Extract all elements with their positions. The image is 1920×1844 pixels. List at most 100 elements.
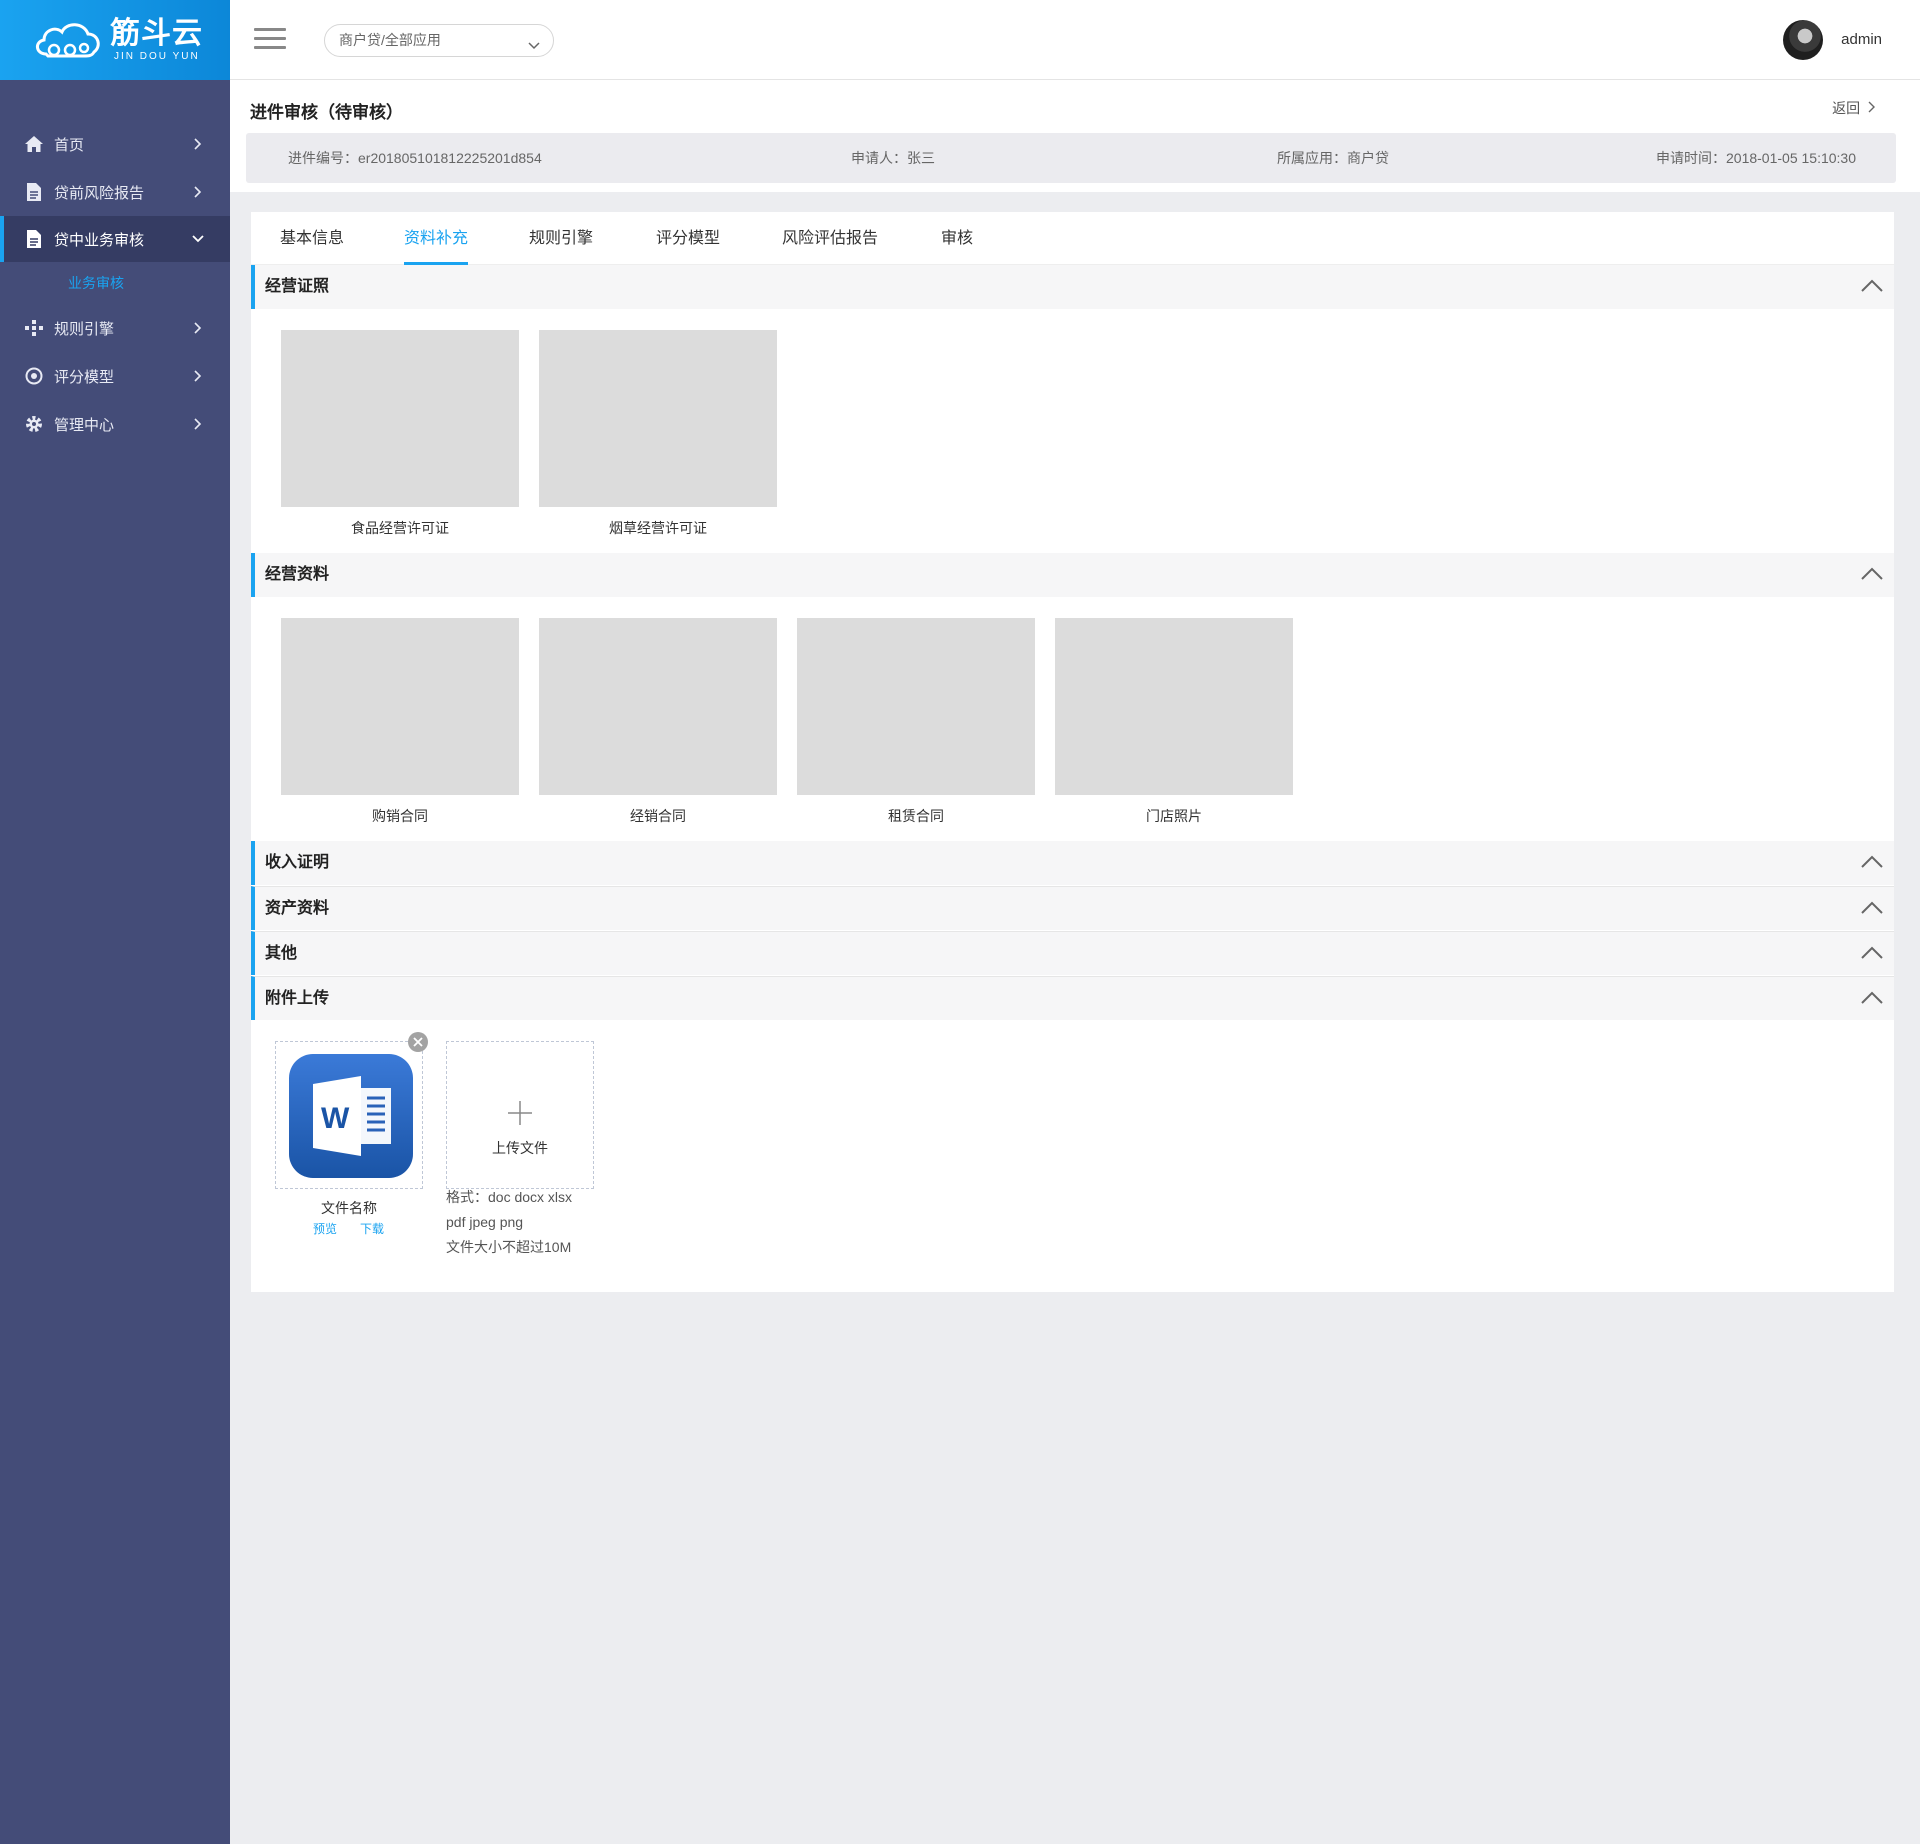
sidebar-item-label: 评分模型 bbox=[54, 368, 115, 386]
section-title: 收入证明 bbox=[265, 854, 330, 871]
application-time: 申请时间：2018-01-05 15:10:30 bbox=[1656, 150, 1856, 166]
preview-link[interactable]: 预览 bbox=[313, 1220, 337, 1237]
app-selector-value: 商户贷/全部应用 bbox=[339, 32, 441, 48]
tab-supplementary-materials[interactable]: 资料补充 bbox=[404, 212, 469, 265]
material-label: 门店照片 bbox=[1146, 808, 1202, 824]
upload-format-hint: 格式：doc docx xlsx pdf jpeg png 文件大小不超过10M bbox=[446, 1185, 572, 1260]
chevron-up-icon bbox=[1861, 946, 1883, 959]
chevron-up-icon bbox=[1861, 279, 1883, 292]
applicant: 申请人：张三 bbox=[851, 150, 935, 166]
brand-logo[interactable]: 筋斗云 JIN DOU YUN bbox=[0, 0, 230, 80]
sidebar-subitem-business-review[interactable]: 业务审核 bbox=[0, 262, 230, 304]
material-label: 经销合同 bbox=[630, 808, 686, 824]
chevron-down-icon bbox=[188, 229, 208, 249]
brand-name: 筋斗云 bbox=[110, 16, 203, 50]
chevron-up-icon bbox=[1861, 855, 1883, 868]
section-title: 资产资料 bbox=[265, 900, 330, 917]
sidebar-item-in-loan-review[interactable]: 贷中业务审核 bbox=[0, 216, 230, 262]
chevron-right-icon bbox=[188, 134, 208, 154]
target-icon bbox=[24, 366, 44, 386]
sidebar-item-label: 首页 bbox=[54, 136, 85, 154]
brand-subtitle: JIN DOU YUN bbox=[114, 50, 200, 62]
material-image-lease-contract[interactable] bbox=[797, 618, 1035, 795]
license-label: 烟草经营许可证 bbox=[609, 520, 707, 536]
license-image-food[interactable] bbox=[281, 330, 519, 507]
download-link[interactable]: 下载 bbox=[360, 1220, 384, 1237]
upload-file-button[interactable]: 上传文件 bbox=[446, 1041, 594, 1189]
upload-label: 上传文件 bbox=[492, 1140, 548, 1156]
sidebar-item-label: 管理中心 bbox=[54, 416, 115, 434]
tab-review[interactable]: 审核 bbox=[941, 212, 973, 265]
chevron-down-icon bbox=[527, 33, 541, 64]
material-image-store-photo[interactable] bbox=[1055, 618, 1293, 795]
page-title: 进件审核（待审核） bbox=[250, 103, 403, 122]
format-line-1: 格式：doc docx xlsx bbox=[446, 1189, 573, 1205]
document-icon bbox=[24, 229, 44, 249]
word-document-icon: W bbox=[289, 1054, 413, 1178]
chevron-right-icon bbox=[188, 414, 208, 434]
sidebar-item-label: 贷中业务审核 bbox=[54, 231, 145, 249]
gear-icon bbox=[24, 414, 44, 434]
chevron-up-icon bbox=[1861, 991, 1883, 1004]
section-title: 经营证照 bbox=[265, 278, 330, 295]
top-header: 商户贷/全部应用 admin bbox=[230, 0, 1920, 80]
page-header: 进件审核（待审核） 返回 进件编号：er201805101812225201d8… bbox=[230, 80, 1920, 192]
tab-bar: 基本信息 资料补充 规则引擎 评分模型 风险评估报告 审核 bbox=[251, 212, 1894, 265]
chevron-up-icon bbox=[1861, 901, 1883, 914]
avatar[interactable] bbox=[1783, 20, 1824, 60]
tab-basic-info[interactable]: 基本信息 bbox=[280, 212, 344, 265]
case-number: 进件编号：er201805101812225201d854 bbox=[288, 150, 542, 166]
remove-file-icon[interactable] bbox=[408, 1032, 428, 1052]
sidebar-nav: 首页 贷前风险报告 贷中业务审核 业务审核 规则引擎 评分模型 管理中心 bbox=[0, 120, 230, 448]
sidebar-item-label: 规则引擎 bbox=[54, 320, 115, 338]
app-selector[interactable]: 商户贷/全部应用 bbox=[324, 24, 554, 57]
section-title: 经营资料 bbox=[265, 566, 330, 583]
chevron-right-icon bbox=[188, 182, 208, 202]
back-button[interactable]: 返回 bbox=[1832, 98, 1876, 118]
chevron-right-icon bbox=[188, 366, 208, 386]
material-image-purchase-contract[interactable] bbox=[281, 618, 519, 795]
tab-scoring-model[interactable]: 评分模型 bbox=[656, 212, 720, 265]
sidebar-item-management[interactable]: 管理中心 bbox=[0, 400, 230, 448]
cloud-logo-icon bbox=[36, 23, 100, 58]
tab-risk-report[interactable]: 风险评估报告 bbox=[782, 212, 878, 265]
material-label: 租赁合同 bbox=[888, 808, 944, 824]
sidebar-item-home[interactable]: 首页 bbox=[0, 120, 230, 168]
license-label: 食品经营许可证 bbox=[351, 520, 449, 536]
section-attachment-upload[interactable]: 附件上传 bbox=[251, 976, 1894, 1020]
plus-icon bbox=[508, 1101, 532, 1125]
section-asset-materials[interactable]: 资产资料 bbox=[251, 886, 1894, 930]
section-title: 附件上传 bbox=[265, 990, 330, 1007]
section-business-materials[interactable]: 经营资料 bbox=[251, 553, 1894, 597]
chevron-up-icon bbox=[1861, 567, 1883, 580]
home-icon bbox=[24, 134, 44, 154]
license-image-tobacco[interactable] bbox=[539, 330, 777, 507]
chevron-right-icon bbox=[1868, 101, 1875, 113]
section-business-license[interactable]: 经营证照 bbox=[251, 265, 1894, 309]
chevron-right-icon bbox=[188, 318, 208, 338]
document-icon bbox=[24, 182, 44, 202]
file-name: 文件名称 bbox=[321, 1200, 377, 1216]
material-label: 购销合同 bbox=[372, 808, 428, 824]
sidebar-item-label: 贷前风险报告 bbox=[54, 184, 145, 202]
application-info-bar: 进件编号：er201805101812225201d854 申请人：张三 所属应… bbox=[246, 133, 1896, 183]
user-menu[interactable]: admin bbox=[1783, 20, 1882, 60]
section-title: 其他 bbox=[265, 945, 298, 962]
material-image-distribution-contract[interactable] bbox=[539, 618, 777, 795]
sidebar-item-pre-loan-report[interactable]: 贷前风险报告 bbox=[0, 168, 230, 216]
back-label: 返回 bbox=[1832, 100, 1861, 116]
network-icon bbox=[24, 318, 44, 338]
svg-text:W: W bbox=[321, 1102, 350, 1135]
application-app: 所属应用：商户贷 bbox=[1277, 150, 1389, 166]
menu-toggle-icon[interactable] bbox=[254, 28, 286, 52]
size-limit: 文件大小不超过10M bbox=[446, 1239, 572, 1255]
sidebar: 筋斗云 JIN DOU YUN 首页 贷前风险报告 贷中业务审核 业务审核 规则… bbox=[0, 0, 230, 1844]
username: admin bbox=[1841, 30, 1882, 48]
section-other[interactable]: 其他 bbox=[251, 931, 1894, 975]
sidebar-item-scoring-model[interactable]: 评分模型 bbox=[0, 352, 230, 400]
section-income-proof[interactable]: 收入证明 bbox=[251, 841, 1894, 885]
sidebar-item-rule-engine[interactable]: 规则引擎 bbox=[0, 304, 230, 352]
uploaded-file-card[interactable]: W bbox=[275, 1041, 423, 1189]
tab-rule-engine[interactable]: 规则引擎 bbox=[529, 212, 593, 265]
format-line-2: pdf jpeg png bbox=[446, 1214, 524, 1230]
